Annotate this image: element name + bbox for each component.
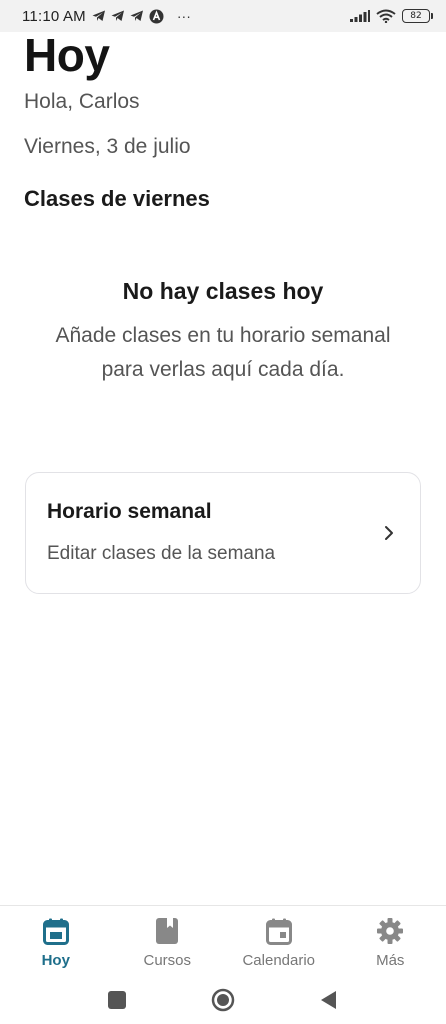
nav-label-calendario: Calendario [242,952,316,969]
calendar-today-icon [41,916,71,946]
back-triangle-icon[interactable] [317,988,341,1012]
page-title: Hoy [24,29,110,81]
wifi-icon [376,9,396,23]
nav-item-cursos[interactable]: Cursos [112,906,224,975]
book-icon [152,916,182,946]
nav-item-mas[interactable]: Más [335,906,446,975]
system-navigation-bar [0,975,446,1024]
greeting-text: Hola, Carlos [24,90,140,113]
calendar-icon [264,916,294,946]
chevron-right-icon [382,523,396,543]
section-title: Clases de viernes [24,186,210,211]
status-bar-left: 11:10 AM ··· [22,8,191,25]
notification-icons: ··· [92,8,191,24]
card-title: Horario semanal [47,500,212,523]
nav-label-mas: Más [376,952,405,969]
bottom-navigation: Hoy Cursos Calendario Más [0,905,446,975]
gear-icon [375,916,405,946]
weekly-schedule-card[interactable]: Horario semanal Editar clases de la sema… [25,472,421,594]
recents-square-icon[interactable] [105,988,129,1012]
empty-state: No hay clases hoy Añade clases en tu hor… [0,278,446,387]
date-text: Viernes, 3 de julio [24,135,191,158]
nav-item-hoy[interactable]: Hoy [0,906,112,975]
status-time: 11:10 AM [22,7,86,25]
nav-label-cursos: Cursos [143,952,191,969]
telegram-icon [92,10,105,21]
telegram-icon [111,10,124,21]
signal-icon [350,10,370,22]
home-circle-icon[interactable] [211,988,235,1012]
empty-state-message: Añade clases en tu horario semanal para … [55,324,391,381]
card-subtitle: Editar clases de la semana [47,543,276,564]
angular-icon [149,9,164,23]
nav-label-hoy: Hoy [41,952,70,969]
screen: 11:10 AM ··· 82 Hoy Hola, Carlos Viernes… [0,0,446,1024]
status-bar-right: 82 [350,9,433,23]
empty-state-title: No hay clases hoy [122,278,324,304]
more-dots-icon: ··· [176,8,191,24]
battery-icon: 82 [402,9,433,23]
nav-item-calendario[interactable]: Calendario [223,906,335,975]
telegram-icon [130,10,143,21]
